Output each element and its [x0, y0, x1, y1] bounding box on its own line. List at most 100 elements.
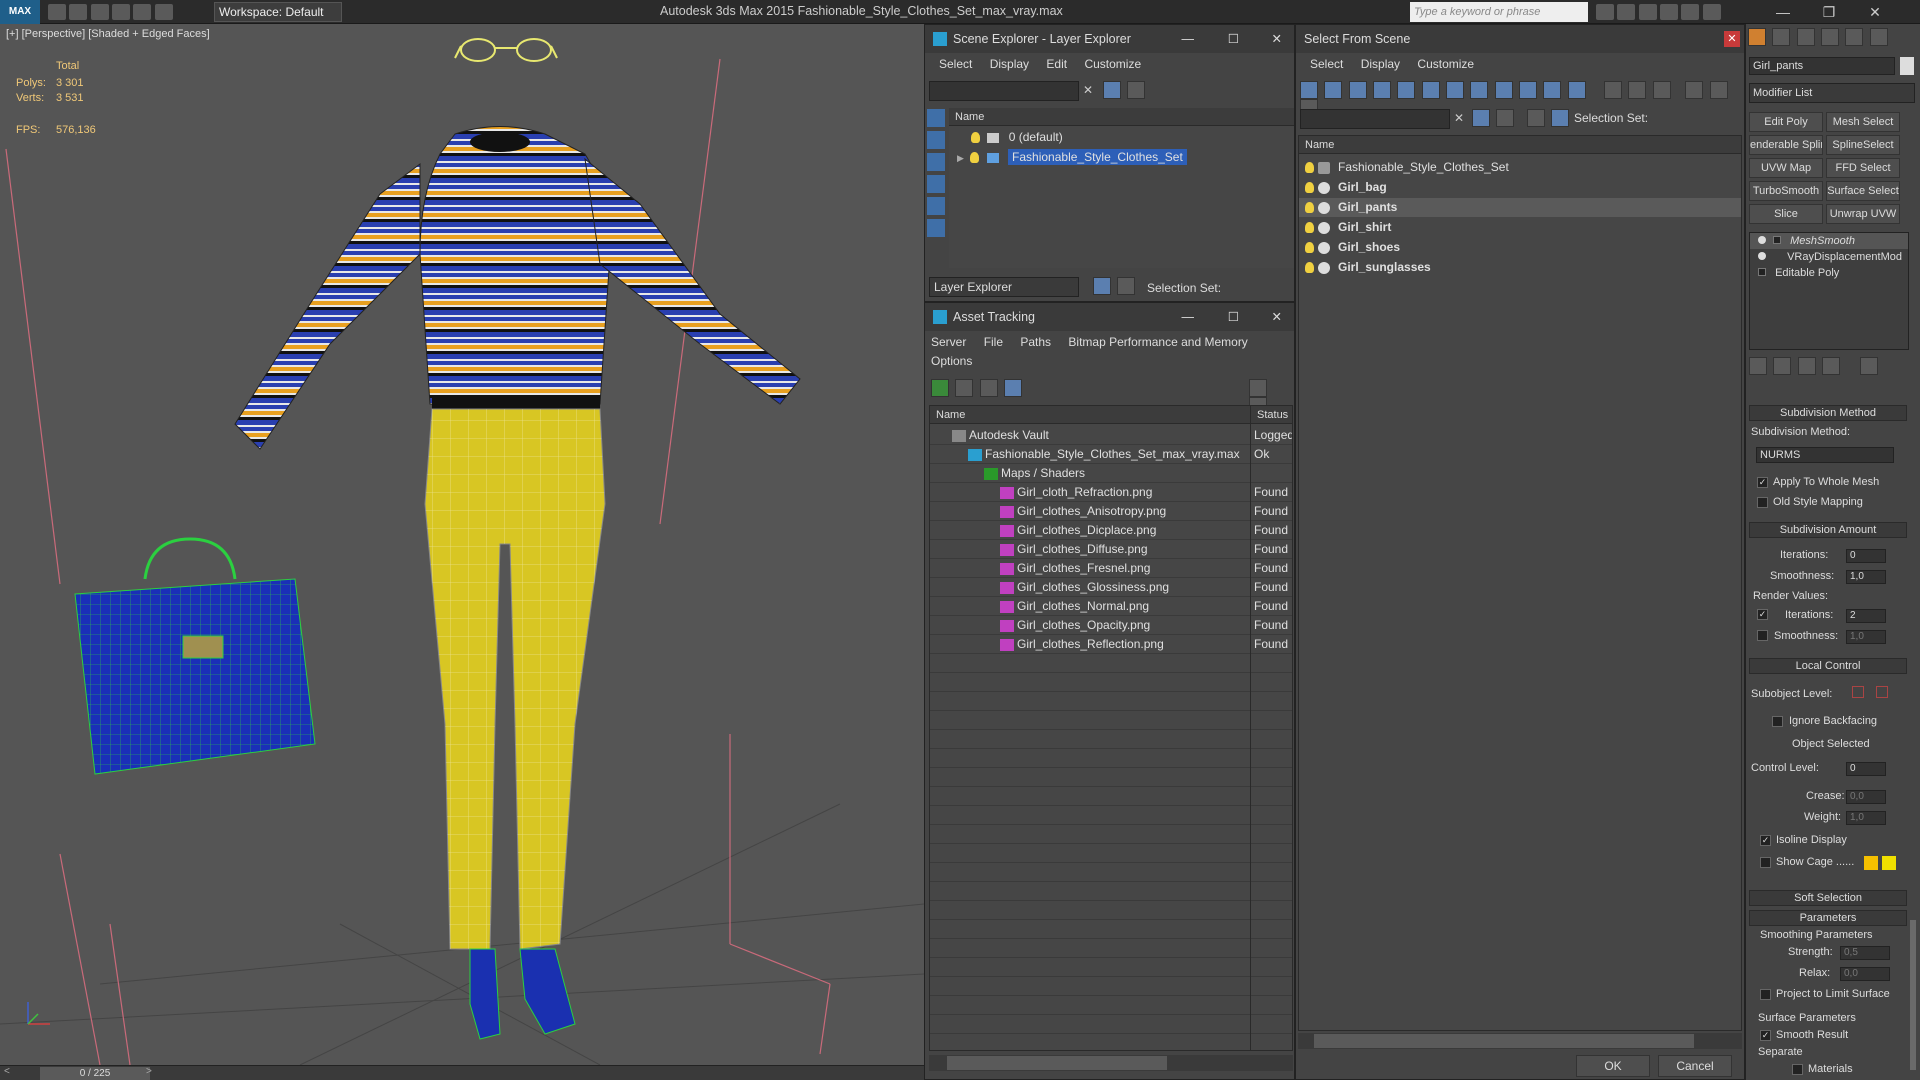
list-view-icon[interactable] — [955, 379, 974, 397]
sfs-filter-icon[interactable] — [1472, 109, 1490, 127]
se-maximize-button[interactable]: ☐ — [1228, 25, 1239, 53]
sfs-object-row[interactable]: Girl_shirt — [1299, 218, 1741, 237]
se-close-button[interactable]: ✕ — [1272, 25, 1282, 53]
se-search-input[interactable] — [929, 81, 1079, 101]
display-hidden-icon[interactable] — [1567, 81, 1586, 99]
at-scroll-thumb[interactable] — [947, 1056, 1167, 1070]
at-table-row[interactable]: Girl_clothes_Glossiness.png Found — [930, 578, 1292, 597]
strength-spinner[interactable]: 0,5 — [1840, 946, 1890, 960]
make-unique-icon[interactable] — [1797, 357, 1816, 375]
at-menu-bitmap[interactable]: Bitmap Performance and Memory — [1068, 335, 1247, 349]
light-bulb-icon[interactable] — [1305, 242, 1314, 254]
display-geometry-icon[interactable] — [1300, 81, 1318, 99]
rollout-subdivision-method[interactable]: Subdivision Method — [1749, 405, 1907, 421]
remove-modifier-icon[interactable] — [1822, 357, 1841, 375]
thumbnail-view-icon[interactable] — [979, 379, 998, 397]
sfs-close-button[interactable]: ✕ — [1724, 31, 1740, 47]
se-menu-select[interactable]: Select — [939, 57, 972, 71]
display-frozen-icon[interactable] — [1543, 81, 1562, 99]
sfs-object-row[interactable]: Fashionable_Style_Clothes_Set — [1299, 158, 1741, 177]
se-filter-icon[interactable] — [1103, 81, 1121, 99]
se-explorer-dropdown[interactable]: Layer Explorer — [929, 277, 1079, 297]
sfs-object-row[interactable]: Girl_shoes — [1299, 238, 1741, 257]
se-display-cameras-icon[interactable] — [927, 175, 945, 193]
save-file-icon[interactable] — [90, 4, 109, 20]
display-spacewarps-icon[interactable] — [1421, 81, 1440, 99]
expand-arrow-icon[interactable]: ▶ — [957, 149, 967, 168]
at-horizontal-scrollbar[interactable] — [929, 1055, 1293, 1071]
asset-tracking-title-bar[interactable]: Asset Tracking — ☐ ✕ — [925, 303, 1294, 331]
project-folder-icon[interactable] — [154, 4, 173, 20]
stack-item-meshsmooth[interactable]: MeshSmooth — [1750, 233, 1908, 249]
se-display-shapes-icon[interactable] — [927, 131, 945, 149]
display-tab-icon[interactable] — [1845, 28, 1864, 46]
light-bulb-icon[interactable] — [970, 152, 980, 164]
smoothness-spinner[interactable]: 1,0 — [1846, 570, 1886, 584]
ignore-backfacing-checkbox[interactable] — [1772, 716, 1783, 727]
create-tab-icon[interactable] — [1748, 28, 1766, 46]
new-file-icon[interactable] — [48, 4, 66, 20]
app-logo[interactable]: MAX — [0, 0, 40, 24]
light-bulb-icon[interactable] — [1758, 236, 1766, 244]
select-none-icon[interactable] — [1628, 81, 1647, 99]
se-options-icon[interactable] — [1127, 81, 1146, 99]
se-display-geometry-icon[interactable] — [927, 109, 945, 127]
at-column-name[interactable]: Name — [930, 406, 1250, 424]
favorites-icon[interactable] — [1660, 4, 1679, 20]
open-file-icon[interactable] — [69, 4, 88, 20]
light-bulb-icon[interactable] — [1305, 222, 1314, 234]
show-cage-checkbox[interactable] — [1760, 857, 1771, 868]
help-icon[interactable] — [1702, 4, 1721, 20]
se-layer-mode-icon[interactable] — [1093, 277, 1111, 295]
expand-icon[interactable] — [1773, 236, 1782, 244]
crease-spinner[interactable]: 0,0 — [1846, 790, 1886, 804]
display-lights-icon[interactable] — [1348, 81, 1367, 99]
at-table-row[interactable]: Girl_cloth_Refraction.png Found — [930, 483, 1292, 502]
light-bulb-icon[interactable] — [1305, 162, 1314, 174]
light-bulb-icon[interactable] — [1758, 252, 1766, 260]
time-prev-icon[interactable]: < — [4, 1066, 10, 1077]
command-panel-scrollbar[interactable] — [1910, 920, 1916, 1070]
sfs-options-icon[interactable] — [1496, 109, 1515, 127]
stack-item-vraydisplacement[interactable]: VRayDisplacementMod — [1750, 249, 1908, 265]
tools-icon[interactable] — [1617, 4, 1636, 20]
at-maximize-button[interactable]: ☐ — [1228, 303, 1239, 331]
at-table-row[interactable]: Girl_clothes_Fresnel.png Found — [930, 559, 1292, 578]
se-display-helpers-icon[interactable] — [927, 197, 945, 215]
turbosmooth-button[interactable]: TurboSmooth — [1749, 181, 1823, 201]
scene-explorer-title-bar[interactable]: Scene Explorer - Layer Explorer — ☐ ✕ — [925, 25, 1294, 53]
minimize-button[interactable]: — — [1760, 0, 1806, 24]
sfs-menu-select[interactable]: Select — [1310, 57, 1343, 71]
sfs-object-row[interactable]: Girl_bag — [1299, 178, 1741, 197]
show-end-result-icon[interactable] — [1773, 357, 1792, 375]
signin-icon[interactable] — [1638, 4, 1657, 20]
se-menu-display[interactable]: Display — [990, 57, 1029, 71]
sfs-hierarchy-icon[interactable] — [1551, 109, 1570, 127]
sfs-scroll-thumb[interactable] — [1314, 1034, 1694, 1048]
exchange-icon[interactable] — [1681, 4, 1700, 20]
cancel-button[interactable]: Cancel — [1658, 1055, 1732, 1077]
sfs-search-input[interactable] — [1300, 109, 1450, 129]
control-level-spinner[interactable]: 0 — [1846, 762, 1886, 776]
at-table-row[interactable]: Autodesk Vault Logged — [930, 426, 1292, 445]
at-column-status[interactable]: Status — [1250, 406, 1292, 424]
at-table-row[interactable]: Girl_clothes_Normal.png Found — [930, 597, 1292, 616]
at-table-row[interactable]: Girl_clothes_Reflection.png Found — [930, 635, 1292, 654]
se-menu-customize[interactable]: Customize — [1084, 57, 1141, 71]
se-row-default-layer[interactable]: 0 (default) — [949, 128, 1294, 147]
render-iterations-checkbox[interactable]: ✓ — [1757, 609, 1768, 620]
light-bulb-icon[interactable] — [971, 132, 980, 144]
cage-color-swatch-1[interactable] — [1864, 856, 1878, 870]
binoculars-icon[interactable] — [1596, 4, 1614, 20]
stack-item-editable-poly[interactable]: Editable Poly — [1750, 265, 1908, 281]
relax-spinner[interactable]: 0,0 — [1840, 967, 1890, 981]
sfs-horizontal-scrollbar[interactable] — [1298, 1033, 1742, 1049]
se-display-spacewarps-icon[interactable] — [927, 219, 945, 237]
light-bulb-icon[interactable] — [1305, 262, 1314, 274]
perspective-viewport[interactable]: [+] [Perspective] [Shaded + Edged Faces]… — [0, 24, 924, 1065]
ok-button[interactable]: OK — [1576, 1055, 1650, 1077]
display-helpers-icon[interactable] — [1397, 81, 1416, 99]
edge-level-icon[interactable] — [1876, 686, 1888, 698]
smooth-result-checkbox[interactable]: ✓ — [1760, 1030, 1771, 1041]
se-display-lights-icon[interactable] — [927, 153, 945, 171]
